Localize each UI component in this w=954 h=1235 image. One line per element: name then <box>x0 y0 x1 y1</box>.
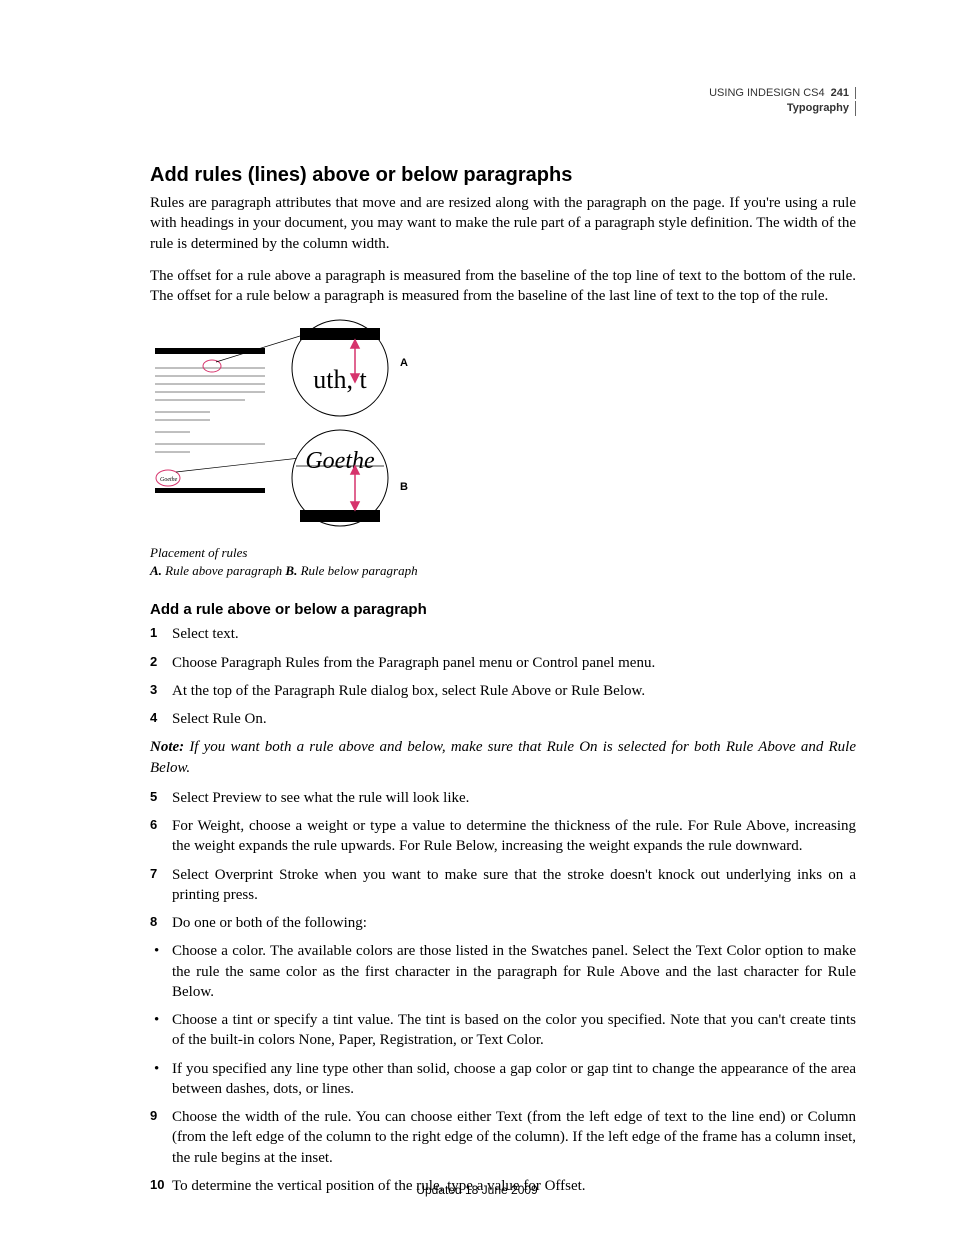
page-number: 241 <box>825 87 849 99</box>
heading-1: Add rules (lines) above or below paragra… <box>150 164 856 187</box>
step-8: Do one or both of the following: <box>150 913 856 933</box>
note-label: Note: <box>150 739 184 755</box>
step-9: Choose the width of the rule. You can ch… <box>150 1107 856 1168</box>
step-4: Select Rule On. <box>150 709 856 729</box>
step-3: At the top of the Paragraph Rule dialog … <box>150 681 856 701</box>
doc-title: USING INDESIGN CS4 <box>709 87 825 99</box>
step-5: Select Preview to see what the rule will… <box>150 788 856 808</box>
intro-paragraph-1: Rules are paragraph attributes that move… <box>150 193 856 254</box>
caption-a-text: Rule above paragraph <box>162 563 285 578</box>
detail-a-text: uth, t <box>313 365 367 394</box>
note-text: If you want both a rule above and below,… <box>150 739 856 775</box>
steps-list-1: Select text. Choose Paragraph Rules from… <box>150 624 856 729</box>
caption-title: Placement of rules <box>150 545 247 560</box>
figure-label-a: A <box>400 357 408 369</box>
detail-b-text: Goethe <box>305 448 375 474</box>
figure-label-b: B <box>400 481 408 493</box>
step-2: Choose Paragraph Rules from the Paragrap… <box>150 653 856 673</box>
note: Note: If you want both a rule above and … <box>150 737 856 778</box>
step-1: Select text. <box>150 624 856 644</box>
heading-2: Add a rule above or below a paragraph <box>150 601 856 618</box>
figure-svg: Goethe uth, t A Goethe <box>150 318 410 538</box>
svg-text:Goethe: Goethe <box>160 477 178 483</box>
figure-caption: Placement of rules A. Rule above paragra… <box>150 544 856 579</box>
caption-b-label: B. <box>285 563 297 578</box>
caption-a-label: A. <box>150 563 162 578</box>
page: USING INDESIGN CS4241 Typography Add rul… <box>0 0 954 1235</box>
steps-list-2: Select Preview to see what the rule will… <box>150 788 856 934</box>
step-6: For Weight, choose a weight or type a va… <box>150 816 856 857</box>
bullet-2: Choose a tint or specify a tint value. T… <box>150 1010 856 1051</box>
intro-paragraph-2: The offset for a rule above a paragraph … <box>150 266 856 307</box>
bullet-list: Choose a color. The available colors are… <box>150 941 856 1099</box>
running-header: USING INDESIGN CS4241 Typography <box>709 86 856 116</box>
figure-rule-placement: Goethe uth, t A Goethe <box>150 318 856 579</box>
section-name: Typography <box>709 101 856 116</box>
step-7: Select Overprint Stroke when you want to… <box>150 865 856 906</box>
footer-updated: Updated 18 June 2009 <box>0 1183 954 1197</box>
bullet-1: Choose a color. The available colors are… <box>150 941 856 1002</box>
caption-b-text: Rule below paragraph <box>297 563 417 578</box>
bullet-3: If you specified any line type other tha… <box>150 1059 856 1100</box>
